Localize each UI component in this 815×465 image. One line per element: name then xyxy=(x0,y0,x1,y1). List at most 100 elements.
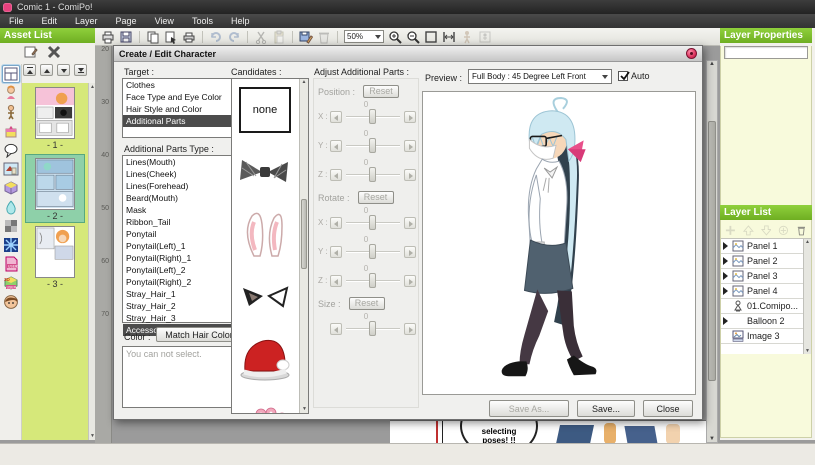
menu-tools[interactable]: Tools xyxy=(183,14,222,28)
scroll-down-icon[interactable]: ▼ xyxy=(707,436,717,442)
slider-thumb[interactable] xyxy=(369,273,376,288)
expander-icon[interactable] xyxy=(723,287,728,295)
increment-button[interactable] xyxy=(404,246,416,258)
menu-layer[interactable]: Layer xyxy=(66,14,107,28)
page-thumbnail-3[interactable] xyxy=(35,226,75,278)
decrement-button[interactable] xyxy=(330,275,342,287)
candidate-plaid-bow[interactable] xyxy=(232,141,298,203)
candidate-santa-hat[interactable] xyxy=(232,327,298,389)
copy-page-icon[interactable] xyxy=(146,30,160,44)
slider-thumb[interactable] xyxy=(369,215,376,230)
parts-type-item[interactable]: Lines(Mouth) xyxy=(123,156,241,168)
fit-width-icon[interactable] xyxy=(442,30,456,44)
candidates-scrollbar[interactable]: ▲▼ xyxy=(299,79,308,413)
parts-type-item[interactable]: Ponytail(Left)_2 xyxy=(123,264,241,276)
slider-thumb[interactable] xyxy=(369,321,376,336)
effect-drop-icon[interactable] xyxy=(2,198,20,216)
page-selection-2[interactable]: - 2 - xyxy=(26,155,84,222)
parts-type-item[interactable]: Stray_Hair_1 xyxy=(123,288,241,300)
save-edit-icon[interactable] xyxy=(299,30,313,44)
zoom-in-icon[interactable] xyxy=(388,30,402,44)
page-thumbnail-1[interactable] xyxy=(35,87,75,139)
expander-icon[interactable] xyxy=(723,317,728,325)
expander-icon[interactable] xyxy=(723,257,728,265)
layer-row-character[interactable]: 01.Comipo... xyxy=(721,299,811,314)
balloon-icon[interactable] xyxy=(2,141,20,159)
zoom-level-select[interactable]: 50% xyxy=(344,30,384,43)
layer-row-panel-3[interactable]: Panel 3 xyxy=(721,269,811,284)
save-icon[interactable] xyxy=(119,30,133,44)
preview-view-select[interactable]: Full Body : 45 Degree Left Front xyxy=(468,69,612,84)
decrement-button[interactable] xyxy=(330,217,342,229)
increment-button[interactable] xyxy=(404,169,416,181)
parts-type-item[interactable]: Beard(Mouth) xyxy=(123,192,241,204)
page-thumbnail-2[interactable] xyxy=(35,158,75,210)
auto-checkbox[interactable] xyxy=(618,71,628,81)
user-character-icon[interactable] xyxy=(2,293,20,311)
slider-thumb[interactable] xyxy=(369,138,376,153)
candidate-cat-ears[interactable] xyxy=(232,265,298,327)
slider-thumb[interactable] xyxy=(369,109,376,124)
increment-button[interactable] xyxy=(404,140,416,152)
canvas-vertical-scrollbar[interactable]: ▲ ▼ xyxy=(706,60,718,443)
delete-icon[interactable] xyxy=(317,30,331,44)
effect-burst-icon[interactable] xyxy=(2,236,20,254)
decrement-button[interactable] xyxy=(330,323,342,335)
asset-list-scrollbar[interactable]: ▲ ▼ xyxy=(88,83,95,440)
target-item[interactable]: Hair Style and Color xyxy=(123,103,241,115)
parts-type-item[interactable]: Lines(Cheek) xyxy=(123,168,241,180)
print-icon[interactable] xyxy=(101,30,115,44)
character-pose-icon[interactable] xyxy=(460,30,474,44)
candidate-bunny-ears[interactable] xyxy=(232,203,298,265)
parts-type-item[interactable]: Mask xyxy=(123,204,241,216)
expander-icon[interactable] xyxy=(723,242,728,250)
item-3d-icon[interactable] xyxy=(2,179,20,197)
character-pose-icon[interactable] xyxy=(2,103,20,121)
background-icon[interactable] xyxy=(2,160,20,178)
parts-type-item[interactable]: Ribbon_Tail xyxy=(123,216,241,228)
scrollbar-thumb[interactable] xyxy=(708,121,716,381)
candidate-none[interactable]: none xyxy=(232,79,298,141)
decrement-button[interactable] xyxy=(330,140,342,152)
layer-row-image[interactable]: Image 3 xyxy=(721,329,811,344)
page-layout-icon[interactable] xyxy=(2,65,20,83)
layer-name-input[interactable] xyxy=(724,46,808,59)
zoom-out-icon[interactable] xyxy=(406,30,420,44)
decrement-button[interactable] xyxy=(330,111,342,123)
expander-icon[interactable] xyxy=(723,272,728,280)
decrement-button[interactable] xyxy=(330,246,342,258)
move-up-button[interactable] xyxy=(40,64,53,76)
increment-button[interactable] xyxy=(404,323,416,335)
move-down-button[interactable] xyxy=(57,64,70,76)
menu-help[interactable]: Help xyxy=(222,14,259,28)
menu-file[interactable]: File xyxy=(0,14,33,28)
export-page-icon[interactable] xyxy=(164,30,178,44)
user-page-icon[interactable]: USER xyxy=(2,255,20,273)
layer-row-balloon[interactable]: Balloon 2 xyxy=(721,314,811,329)
print-preview-icon[interactable] xyxy=(182,30,196,44)
target-item-selected[interactable]: Additional Parts xyxy=(123,115,241,127)
parts-type-item[interactable]: Stray_Hair_2 xyxy=(123,300,241,312)
tone-icon[interactable] xyxy=(2,217,20,235)
paste-icon[interactable] xyxy=(272,30,286,44)
layer-list-scrollbar[interactable]: ▲▼ xyxy=(803,239,811,354)
edit-page-icon[interactable] xyxy=(24,45,38,59)
decrement-button[interactable] xyxy=(330,169,342,181)
target-item[interactable]: Clothes xyxy=(123,79,241,91)
character-icon[interactable] xyxy=(2,84,20,102)
parts-type-item[interactable]: Stray_Hair_3 xyxy=(123,312,241,324)
position-reset-button[interactable]: Reset xyxy=(363,85,399,98)
move-layer-up-icon[interactable] xyxy=(743,223,754,235)
redo-icon[interactable] xyxy=(227,30,241,44)
close-button[interactable]: Close xyxy=(643,400,693,417)
menu-view[interactable]: View xyxy=(146,14,183,28)
slider-thumb[interactable] xyxy=(369,167,376,182)
increment-button[interactable] xyxy=(404,217,416,229)
increment-button[interactable] xyxy=(404,111,416,123)
slider-thumb[interactable] xyxy=(369,244,376,259)
scroll-up-icon[interactable]: ▲ xyxy=(707,61,717,67)
move-bottom-button[interactable] xyxy=(74,64,87,76)
parts-type-item[interactable]: Ponytail(Left)_1 xyxy=(123,240,241,252)
parts-type-item[interactable]: Lines(Forehead) xyxy=(123,180,241,192)
fit-page-icon[interactable] xyxy=(424,30,438,44)
